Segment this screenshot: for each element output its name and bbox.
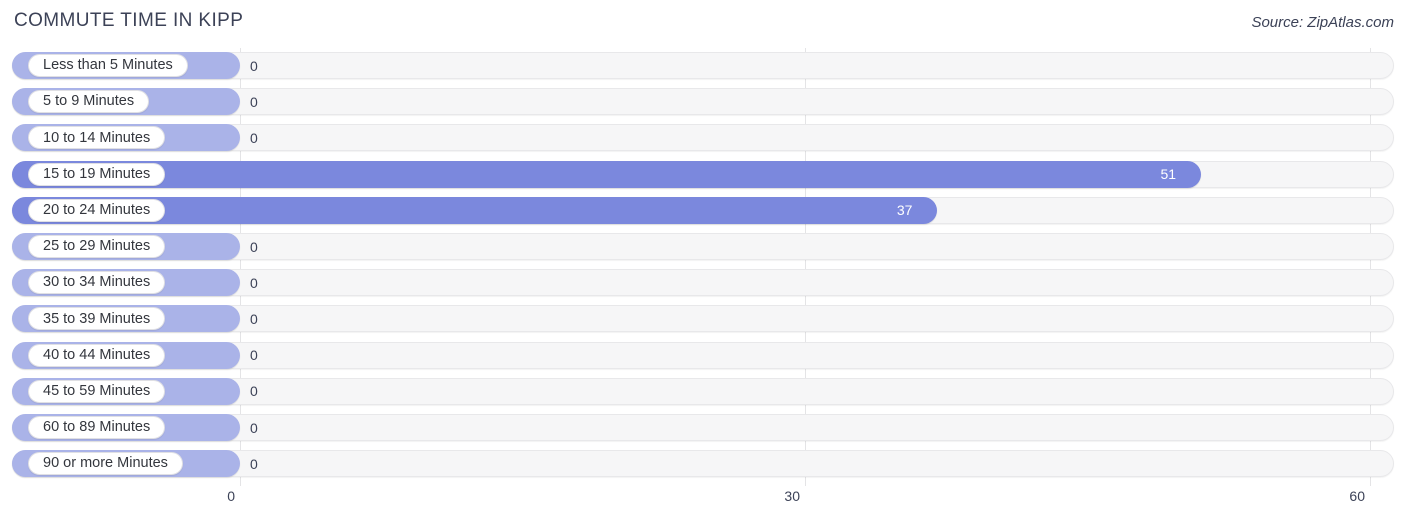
category-label-text: 40 to 44 Minutes [43, 346, 151, 363]
category-label-text: 90 or more Minutes [43, 455, 168, 472]
category-label-text: 35 to 39 Minutes [43, 310, 151, 327]
category-label-text: Less than 5 Minutes [43, 57, 173, 74]
bar-row[interactable]: 35 to 39 Minutes 0 [12, 305, 1394, 333]
category-label-text: 5 to 9 Minutes [43, 93, 135, 110]
bar [12, 160, 1201, 188]
category-label: 30 to 34 Minutes [28, 271, 166, 295]
category-label: 45 to 59 Minutes [28, 379, 166, 403]
category-label: 5 to 9 Minutes [28, 90, 150, 114]
bar-row[interactable]: 90 or more Minutes 0 [12, 450, 1394, 478]
category-label: 90 or more Minutes [28, 452, 183, 476]
bar-value-label: 0 [250, 129, 258, 146]
bar-value-label: 0 [250, 238, 258, 255]
plot-area: Less than 5 Minutes 0 5 to 9 Minutes 0 10 to… [0, 48, 1406, 486]
bar-row[interactable]: 45 to 59 Minutes 0 [12, 377, 1394, 405]
bar-row[interactable]: 15 to 19 Minutes 51 [12, 160, 1394, 188]
bar-row[interactable]: 20 to 24 Minutes 37 [12, 196, 1394, 224]
chart-page: COMMUTE TIME IN KIPP Source: ZipAtlas.co… [0, 0, 1406, 524]
source-attribution: Source: ZipAtlas.com [1251, 14, 1394, 31]
category-label-text: 10 to 14 Minutes [43, 129, 151, 146]
x-axis: 0 30 60 [0, 488, 1406, 512]
bar-row[interactable]: 60 to 89 Minutes 0 [12, 414, 1394, 441]
bar-row[interactable]: 40 to 44 Minutes 0 [12, 341, 1394, 369]
bar-row[interactable]: 30 to 34 Minutes 0 [12, 269, 1394, 297]
bar-value-label: 51 [1160, 166, 1177, 183]
bar-value-label: 0 [250, 383, 258, 400]
bar-row[interactable]: 25 to 29 Minutes 0 [12, 233, 1394, 260]
x-axis-tick: 60 [1349, 488, 1365, 504]
category-label-text: 25 to 29 Minutes [43, 238, 151, 255]
category-label: Less than 5 Minutes [28, 54, 188, 77]
category-label-text: 45 to 59 Minutes [43, 383, 151, 400]
bar-value-label: 0 [250, 57, 258, 74]
category-label-text: 15 to 19 Minutes [43, 165, 151, 182]
category-label: 15 to 19 Minutes [28, 162, 166, 186]
category-label: 40 to 44 Minutes [28, 343, 166, 367]
category-label-text: 60 to 89 Minutes [43, 419, 151, 436]
category-label-text: 20 to 24 Minutes [43, 202, 151, 219]
bar-value-label: 0 [250, 455, 258, 472]
bar-row[interactable]: Less than 5 Minutes 0 [12, 52, 1394, 79]
category-label: 20 to 24 Minutes [28, 198, 166, 222]
x-axis-tick: 30 [784, 488, 800, 504]
bar-row[interactable]: 5 to 9 Minutes 0 [12, 88, 1394, 116]
bar-value-label: 0 [250, 347, 258, 364]
bar-value-label: 0 [250, 274, 258, 291]
page-title: COMMUTE TIME IN KIPP [14, 10, 244, 31]
bar-row[interactable]: 10 to 14 Minutes 0 [12, 124, 1394, 152]
bar-value-label: 0 [250, 419, 258, 436]
category-label: 60 to 89 Minutes [28, 416, 166, 439]
bar-value-label: 0 [250, 310, 258, 327]
category-label-text: 30 to 34 Minutes [43, 274, 151, 291]
category-label: 25 to 29 Minutes [28, 235, 166, 258]
category-label: 10 to 14 Minutes [28, 126, 166, 150]
bar-value-label: 37 [896, 202, 913, 219]
bar-value-label: 0 [250, 93, 258, 110]
x-axis-tick: 0 [227, 488, 235, 504]
category-label: 35 to 39 Minutes [28, 307, 166, 331]
